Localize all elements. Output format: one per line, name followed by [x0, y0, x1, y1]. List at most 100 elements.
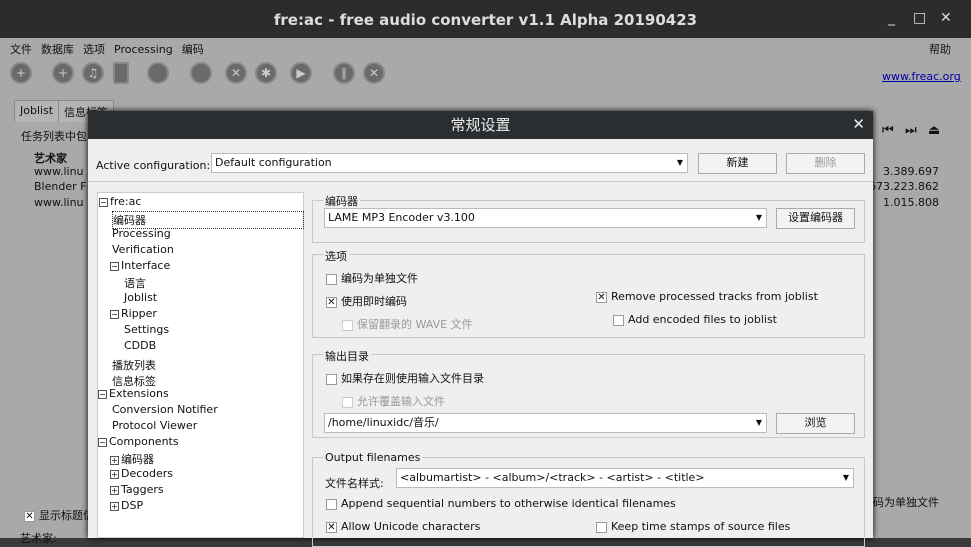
tree-item[interactable]: Joblist: [124, 291, 157, 304]
dialog-close-icon[interactable]: ✕: [852, 115, 865, 133]
tree-item[interactable]: + DSP: [110, 499, 143, 512]
add-encoded-checkbox[interactable]: Add encoded files to joblist: [613, 313, 777, 326]
close-button[interactable]: ✕: [940, 10, 952, 26]
tree-item[interactable]: + Taggers: [110, 483, 164, 496]
play-icon[interactable]: ▶: [290, 62, 312, 84]
tree-item-label: Taggers: [121, 483, 164, 496]
collapse-icon[interactable]: −: [98, 438, 107, 447]
joblist-row[interactable]: www.linu: [34, 196, 84, 209]
add-folder-icon[interactable]: +: [52, 62, 74, 84]
options-group-label: 选项: [323, 248, 349, 264]
tree-item-label: fre:ac: [110, 195, 142, 208]
menu-encode[interactable]: 编码: [182, 43, 204, 56]
tools-icon[interactable]: ✕: [225, 62, 247, 84]
tree-item-label: Components: [109, 435, 179, 448]
output-dir-label: 输出目录: [323, 348, 371, 364]
tree-item[interactable]: − Interface: [110, 259, 170, 272]
delete-config-button[interactable]: 删除: [786, 153, 865, 174]
expand-icon[interactable]: +: [110, 456, 119, 465]
menubar: 文件 数据库 选项 Processing 编码: [10, 41, 213, 57]
cd-query-icon[interactable]: [147, 62, 169, 84]
expand-icon[interactable]: +: [110, 486, 119, 495]
dialog-title: 常规设置: [88, 111, 873, 139]
active-config-select[interactable]: Default configuration ▼: [211, 153, 688, 173]
expand-icon[interactable]: +: [110, 502, 119, 511]
tree-item-label: Extensions: [109, 387, 169, 400]
menu-database[interactable]: 数据库: [41, 43, 74, 56]
tree-item-label: 编码器: [121, 453, 154, 466]
window-title: fre:ac - free audio converter v1.1 Alpha…: [0, 0, 971, 38]
tree-item[interactable]: 播放列表: [112, 357, 156, 373]
keep-wave-checkbox[interactable]: 保留翻录的 WAVE 文件: [342, 316, 473, 332]
tree-item[interactable]: − Ripper: [110, 307, 157, 320]
active-config-label: Active configuration:: [96, 159, 211, 172]
single-file-checkbox[interactable]: 编码为单独文件: [326, 270, 418, 286]
tree-item[interactable]: + 编码器: [110, 451, 154, 467]
output-filenames-label: Output filenames: [323, 451, 423, 464]
prev-track-icon[interactable]: ⏮: [882, 123, 894, 138]
minimize-button[interactable]: _: [888, 10, 895, 26]
stop-icon[interactable]: ✕: [363, 62, 385, 84]
clear-icon[interactable]: [113, 62, 129, 84]
eject-icon[interactable]: ⏏: [928, 123, 940, 138]
output-dir-input[interactable]: /home/linuxidc/音乐/▼: [324, 413, 767, 433]
tree-item[interactable]: − Extensions: [98, 387, 169, 400]
column-artist[interactable]: 艺术家: [34, 150, 67, 166]
filename-pattern-select[interactable]: <albumartist> - <album>/<track> - <artis…: [396, 468, 854, 488]
collapse-icon[interactable]: −: [99, 198, 108, 207]
music-icon[interactable]: ♫: [82, 62, 104, 84]
collapse-icon[interactable]: −: [110, 262, 119, 271]
menu-options[interactable]: 选项: [83, 43, 105, 56]
tree-item[interactable]: − fre:ac: [99, 195, 141, 208]
collapse-icon[interactable]: −: [98, 390, 107, 399]
tree-item[interactable]: Conversion Notifier: [112, 403, 218, 416]
tab-joblist[interactable]: Joblist: [14, 100, 60, 122]
keep-timestamps-checkbox[interactable]: Keep time stamps of source files: [596, 520, 790, 533]
tree-item-label: 播放列表: [112, 359, 156, 372]
new-config-button[interactable]: 新建: [698, 153, 777, 174]
encoder-select[interactable]: LAME MP3 Encoder v3.100 ▼: [324, 208, 767, 228]
tree-item[interactable]: Protocol Viewer: [112, 419, 197, 432]
joblist-row[interactable]: Blender F: [34, 180, 86, 193]
use-input-dir-checkbox[interactable]: 如果存在则使用输入文件目录: [326, 370, 484, 386]
configure-encoder-button[interactable]: 设置编码器: [776, 208, 855, 229]
show-title-checkbox[interactable]: ✕ 显示标题信: [24, 507, 94, 523]
expand-icon[interactable]: +: [110, 470, 119, 479]
tree-item[interactable]: + Decoders: [110, 467, 173, 480]
remove-processed-checkbox[interactable]: ✕ Remove processed tracks from joblist: [596, 290, 818, 303]
collapse-icon[interactable]: −: [110, 310, 119, 319]
joblist-row[interactable]: www.linu: [34, 165, 84, 178]
tree-item-label: 编码器: [113, 214, 146, 227]
tree-item[interactable]: Settings: [124, 323, 169, 336]
gear-icon[interactable]: ✱: [255, 62, 277, 84]
on-the-fly-checkbox[interactable]: ✕ 使用即时编码: [326, 293, 407, 309]
next-track-icon[interactable]: ⏭: [905, 123, 917, 138]
tree-item[interactable]: Processing: [112, 227, 171, 240]
encode-single-button[interactable]: 码为单独文件: [873, 494, 939, 510]
tree-item[interactable]: CDDB: [124, 339, 156, 352]
tree-item[interactable]: Verification: [112, 243, 174, 256]
menu-help[interactable]: 帮助: [929, 41, 951, 57]
tree-item-label: Verification: [112, 243, 174, 256]
settings-tree[interactable]: − fre:ac 编码器 Processing Verification − Interfa…: [97, 192, 304, 538]
menu-processing[interactable]: Processing: [114, 43, 173, 56]
pause-icon[interactable]: ∥: [333, 62, 355, 84]
cd-icon[interactable]: [190, 62, 212, 84]
freac-link[interactable]: www.freac.org: [882, 70, 961, 83]
tree-item-label: Processing: [112, 227, 171, 240]
browse-button[interactable]: 浏览: [776, 413, 855, 434]
filename-pattern-label: 文件名样式:: [325, 477, 384, 490]
allow-unicode-checkbox[interactable]: ✕ Allow Unicode characters: [326, 520, 480, 533]
menu-file[interactable]: 文件: [10, 43, 32, 56]
general-settings-dialog: 常规设置 ✕ Active configuration: Default con…: [88, 111, 873, 547]
artist-label: 艺术家:: [20, 532, 57, 545]
tree-item[interactable]: 语言: [124, 275, 146, 291]
tree-item-label: Decoders: [121, 467, 174, 480]
tree-item-label: Conversion Notifier: [112, 403, 218, 416]
allow-overwrite-checkbox[interactable]: 允许覆盖输入文件: [342, 393, 445, 409]
maximize-button[interactable]: □: [913, 10, 926, 26]
tree-item-label: Ripper: [121, 307, 157, 320]
tree-item[interactable]: − Components: [98, 435, 179, 448]
append-numbers-checkbox[interactable]: Append sequential numbers to otherwise i…: [326, 497, 676, 510]
add-files-icon[interactable]: +: [10, 62, 32, 84]
